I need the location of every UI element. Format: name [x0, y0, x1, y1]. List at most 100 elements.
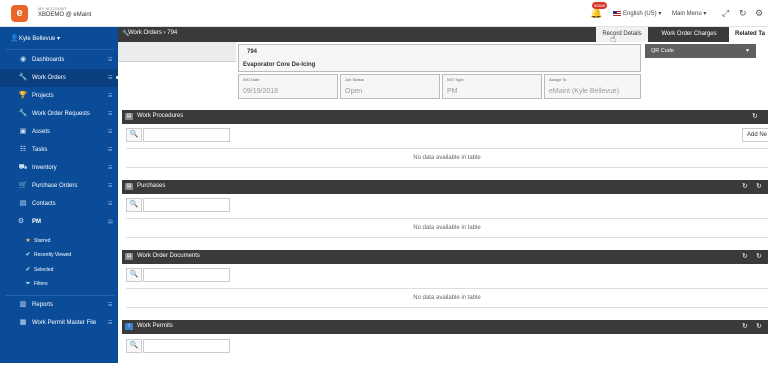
sidebar-item-label: PM: [32, 219, 41, 225]
gear-icon[interactable]: ⚙: [755, 8, 763, 19]
search-icon[interactable]: 🔍: [126, 268, 142, 282]
refresh-icon[interactable]: ↻: [752, 112, 758, 120]
main-menu-dropdown[interactable]: Main Menu ▾: [672, 10, 706, 17]
menu-toggle-icon[interactable]: ☰: [108, 87, 112, 105]
emaint-logo[interactable]: e: [11, 5, 28, 22]
refresh-icon[interactable]: ↻: [742, 322, 748, 330]
sidebar-item-inventory[interactable]: ⛟ Inventory ☰: [0, 159, 118, 177]
refresh-icon[interactable]: ↻: [756, 322, 762, 330]
section-work-permits-header[interactable]: i Work Permits ↻ ↻: [122, 320, 768, 334]
sidebar-item-label: Projects: [32, 93, 54, 99]
main-menu-label: Main Menu: [672, 11, 702, 17]
page-titlebar: 🔧 Work Orders › 794 Record Details Work …: [118, 27, 768, 42]
sidebar-item-work-permit-master-file[interactable]: ▦ Work Permit Master File ☰: [0, 314, 118, 332]
sidebar-item-work-order-requests[interactable]: 🔧 Work Order Requests ☰: [0, 105, 118, 123]
menu-toggle-icon[interactable]: ☰: [108, 159, 112, 177]
sidebar-item-label: Work Orders: [32, 75, 66, 81]
menu-toggle-icon[interactable]: ☰: [108, 51, 112, 69]
field-value: 09/19/2018: [243, 88, 279, 95]
sidebar-item-label: Tasks: [32, 147, 48, 153]
breadcrumb[interactable]: Work Orders › 794: [128, 30, 177, 36]
pm-sub-label: Recently Viewed: [34, 252, 72, 258]
user-menu[interactable]: Kyle Bellevue ▾: [19, 35, 60, 42]
search-icon[interactable]: 🔍: [126, 198, 142, 212]
section-title: Purchases: [137, 183, 166, 189]
search-input[interactable]: [143, 339, 230, 353]
documents-search: 🔍: [126, 268, 230, 282]
add-new-button[interactable]: Add Ne: [742, 128, 768, 142]
search-input[interactable]: [143, 128, 230, 142]
sidebar-item-dashboards[interactable]: ◉ Dashboards ☰: [0, 51, 118, 69]
refresh-icon[interactable]: ↻: [742, 252, 748, 260]
address-icon: ▤: [19, 200, 27, 207]
sidebar-item-label: Inventory: [32, 165, 57, 171]
tab-related[interactable]: Related Ta: [729, 27, 768, 42]
field-value: eMaint (Kyle Bellevue): [549, 88, 620, 95]
pm-sub-recently-viewed[interactable]: ✔ Recently Viewed: [0, 248, 118, 262]
sidebar-item-label: Purchase Orders: [32, 183, 78, 189]
app-window: e MY ACCOUNT XBDEMO @ eMaint 🔔 90849 Eng…: [0, 0, 768, 363]
bottom-blank: [0, 363, 768, 384]
search-icon[interactable]: 🔍: [126, 339, 142, 353]
field-job-status[interactable]: Job Status Open: [340, 74, 440, 99]
menu-toggle-icon[interactable]: ☰: [108, 195, 112, 213]
wrench-icon: 🔧: [18, 74, 28, 81]
search-input[interactable]: [143, 268, 230, 282]
pm-sub-filters[interactable]: ⏷ Filters: [0, 277, 118, 291]
refresh-icon[interactable]: ↻: [756, 252, 762, 260]
section-work-order-documents-header[interactable]: ▤ Work Order Documents ↻ ↻: [122, 250, 768, 264]
pm-sub-label: Starred: [34, 238, 51, 244]
refresh-icon[interactable]: ↻: [742, 182, 748, 190]
tab-work-order-charges[interactable]: Work Order Charges: [650, 27, 728, 42]
qr-code-button[interactable]: QR Code ▼: [645, 44, 756, 58]
bell-icon[interactable]: 🔔: [590, 8, 602, 19]
field-value: PM: [447, 88, 458, 95]
empty-table-row: No data available in table: [126, 288, 768, 308]
field-value: Open: [345, 88, 363, 95]
work-order-description: Evaporator Core De-Icing: [243, 62, 316, 68]
sidebar-item-projects[interactable]: 🏆 Projects ☰: [0, 87, 118, 105]
sidebar-item-contacts[interactable]: ▤ Contacts ☰: [0, 195, 118, 213]
refresh-icon[interactable]: ↻: [739, 8, 747, 19]
section-purchases-header[interactable]: ▤ Purchases ↻ ↻: [122, 180, 768, 194]
sidebar-item-label: Work Order Requests: [32, 111, 90, 117]
search-input[interactable]: [143, 198, 230, 212]
menu-toggle-icon[interactable]: ☰: [108, 123, 112, 141]
main-content: 🔧 Work Orders › 794 Record Details Work …: [118, 27, 768, 363]
section-title: Work Permits: [137, 323, 173, 329]
language-selector[interactable]: English (US) ▾: [613, 10, 661, 17]
menu-toggle-icon[interactable]: ☰: [108, 141, 112, 159]
pm-sub-starred[interactable]: ★ Starred: [0, 234, 118, 248]
collapse-icon[interactable]: ▤: [108, 213, 113, 231]
truck-icon: ⛟: [18, 164, 28, 171]
menu-toggle-icon[interactable]: ☰: [108, 69, 112, 87]
pm-sub-selected[interactable]: ✔ Selected: [0, 263, 118, 277]
sidebar-item-assets[interactable]: ▣ Assets ☰: [0, 123, 118, 141]
field-label: Assign To: [549, 77, 567, 82]
field-assign-to[interactable]: Assign To eMaint (Kyle Bellevue): [544, 74, 641, 99]
account-caption: MY ACCOUNT: [38, 6, 67, 11]
menu-toggle-icon[interactable]: ☰: [108, 314, 112, 332]
field-wo-date[interactable]: WO Date 09/19/2018: [238, 74, 338, 99]
sidebar-item-label: Assets: [32, 129, 51, 135]
section-work-procedures-header[interactable]: ▤ Work Procedures ↻: [122, 110, 768, 124]
menu-toggle-icon[interactable]: ☰: [108, 105, 112, 123]
account-switcher[interactable]: XBDEMO @ eMaint: [38, 12, 91, 18]
sidebar-item-tasks[interactable]: ☷ Tasks ☰: [0, 141, 118, 159]
tab-record-details[interactable]: Record Details: [596, 27, 648, 42]
sidebar-item-pm[interactable]: ⚙ PM ▤: [0, 213, 118, 231]
expand-icon[interactable]: ⤢: [722, 8, 729, 19]
search-icon[interactable]: 🔍: [126, 128, 142, 142]
language-label: English (US): [623, 11, 657, 17]
work-order-number: 794: [247, 49, 258, 55]
work-procedures-search: 🔍: [126, 128, 230, 142]
field-wo-type[interactable]: WO Type PM: [442, 74, 542, 99]
sidebar-item-work-orders[interactable]: 🔧 Work Orders ☰: [0, 69, 118, 87]
sidebar-item-purchase-orders[interactable]: 🛒 Purchase Orders ☰: [0, 177, 118, 195]
sidebar-item-reports[interactable]: ▥ Reports ☰: [0, 296, 118, 314]
refresh-icon[interactable]: ↻: [756, 182, 762, 190]
top-header: e MY ACCOUNT XBDEMO @ eMaint 🔔 90849 Eng…: [0, 0, 768, 27]
menu-toggle-icon[interactable]: ☰: [108, 296, 112, 314]
menu-toggle-icon[interactable]: ☰: [108, 177, 112, 195]
field-label: Job Status: [345, 77, 364, 82]
